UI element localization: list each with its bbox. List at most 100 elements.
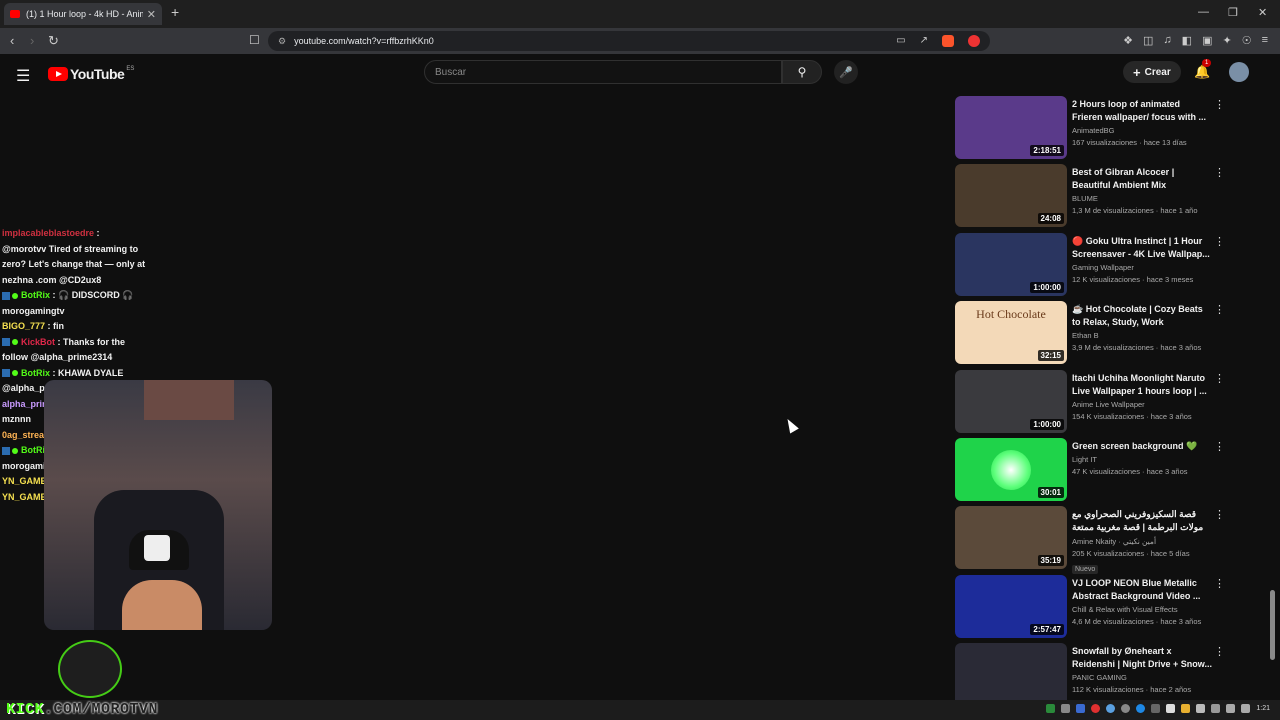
page-scrollbar[interactable]	[1270, 590, 1275, 660]
recommended-video[interactable]: Hot Chocolate 32:15 ☕ Hot Chocolate | Cozy…	[954, 299, 1234, 367]
recommended-video[interactable]: 35:19 قصة السكيزوفريني الصحراوي مع مولات …	[954, 504, 1234, 575]
bookmark-icon[interactable]: ☐	[249, 33, 260, 47]
more-actions-icon[interactable]: ⋮	[1214, 440, 1225, 453]
video-channel[interactable]: Light IT	[1072, 455, 1212, 464]
more-actions-icon[interactable]: ⋮	[1214, 98, 1225, 111]
wifi-icon[interactable]	[1211, 704, 1221, 713]
hamburger-menu-icon[interactable]: ☰	[16, 66, 30, 86]
notifications-button[interactable]: 🔔 1	[1194, 59, 1212, 80]
chat-message: @morotvv Tired of streaming to zero? Let…	[2, 242, 152, 289]
video-title[interactable]: Itachi Uchiha Moonlight Naruto Live Wall…	[1072, 372, 1212, 398]
video-thumbnail[interactable]: 2:18:51	[955, 96, 1067, 159]
menu-icon[interactable]: ≡	[1262, 34, 1268, 47]
site-info-icon[interactable]: ⚙	[278, 36, 286, 47]
video-channel[interactable]: BLUME	[1072, 194, 1212, 203]
tab-close-icon[interactable]: ✕	[147, 8, 156, 21]
new-tab-button[interactable]: +	[171, 4, 179, 20]
recommended-video[interactable]: 30:01 Green screen background 💚 Light IT 47…	[954, 436, 1234, 504]
more-actions-icon[interactable]: ⋮	[1214, 303, 1225, 316]
video-thumbnail[interactable]: 1:00:00	[955, 232, 1067, 296]
tray-icon[interactable]	[1166, 704, 1176, 713]
brave-shield-icon[interactable]	[942, 35, 954, 47]
video-meta: 47 K visualizaciones · hace 3 años	[1072, 466, 1188, 476]
video-title[interactable]: VJ LOOP NEON Blue Metallic Abstract Back…	[1072, 577, 1212, 603]
video-title[interactable]: Snowfall by Øneheart x Reidenshi | Night…	[1072, 645, 1212, 671]
forward-icon[interactable]: ›	[30, 33, 34, 48]
more-actions-icon[interactable]: ⋮	[1214, 645, 1225, 658]
rewards-icon[interactable]	[968, 35, 980, 47]
video-channel[interactable]: Anime Live Wallpaper	[1072, 400, 1212, 409]
close-window-button[interactable]: ✕	[1258, 6, 1267, 19]
browser-tab[interactable]: (1) 1 Hour loop - 4k HD - Anime ✕	[4, 3, 162, 25]
volume-icon[interactable]	[1226, 704, 1236, 713]
video-thumbnail[interactable]: 1:00:00	[955, 369, 1067, 433]
video-thumbnail[interactable]: Hot Chocolate 32:15	[955, 301, 1067, 365]
tray-icon[interactable]	[1196, 704, 1206, 713]
more-actions-icon[interactable]: ⋮	[1214, 235, 1225, 248]
extension-icon[interactable]: ❖	[1123, 34, 1133, 47]
tray-icon[interactable]	[1106, 704, 1116, 713]
clock[interactable]: 1:21	[1256, 705, 1270, 712]
minimize-button[interactable]: —	[1198, 6, 1209, 18]
bot-badge-icon	[2, 446, 10, 455]
video-title[interactable]: قصة السكيزوفريني الصحراوي مع مولات البرط…	[1072, 508, 1212, 535]
share-icon[interactable]: ↗	[920, 35, 928, 47]
cast-icon[interactable]: ▭	[896, 35, 905, 47]
tray-icon[interactable]	[1121, 704, 1131, 713]
recommended-video[interactable]: 2:57:47 VJ LOOP NEON Blue Metallic Abstra…	[954, 573, 1234, 641]
video-thumbnail[interactable]: 2:57:47	[955, 574, 1067, 638]
video-thumbnail[interactable]: 35:19	[955, 506, 1067, 570]
create-button[interactable]: + Crear	[1123, 61, 1181, 83]
maximize-button[interactable]: ❐	[1228, 6, 1238, 19]
search-button[interactable]: ⚲	[782, 60, 822, 84]
recommended-video[interactable]: 2:18:51 2 Hours loop of animated Frieren …	[954, 94, 1234, 162]
video-channel[interactable]: Chill & Relax with Visual Effects	[1072, 605, 1212, 614]
reload-icon[interactable]: ↻	[48, 33, 59, 49]
cap-logo	[144, 535, 170, 561]
recommended-video[interactable]: 1:00:00 Itachi Uchiha Moonlight Naruto Li…	[954, 368, 1234, 436]
more-actions-icon[interactable]: ⋮	[1214, 577, 1225, 590]
video-channel[interactable]: Ethan B	[1072, 331, 1212, 340]
omnibox-actions: ▭ ↗	[896, 35, 980, 47]
video-thumbnail[interactable]: 30:01	[955, 437, 1067, 501]
video-title[interactable]: Green screen background 💚	[1072, 440, 1212, 453]
video-thumbnail[interactable]: 24:08	[955, 164, 1067, 228]
tray-icon[interactable]	[1091, 704, 1101, 713]
more-actions-icon[interactable]: ⋮	[1214, 166, 1225, 179]
tray-icon[interactable]	[1046, 704, 1056, 713]
tray-icon[interactable]	[1181, 704, 1191, 713]
more-actions-icon[interactable]: ⋮	[1214, 372, 1225, 385]
tray-icon[interactable]	[1061, 704, 1071, 713]
vpn-icon[interactable]: ☉	[1242, 34, 1252, 47]
address-bar[interactable]: ⚙ youtube.com/watch?v=rffbzrhKKn0	[268, 31, 990, 51]
avatar[interactable]	[1229, 62, 1249, 82]
tray-icon[interactable]	[1136, 704, 1146, 713]
more-actions-icon[interactable]: ⋮	[1214, 508, 1225, 521]
video-thumbnail[interactable]	[955, 643, 1067, 700]
leo-icon[interactable]: ✦	[1222, 34, 1231, 47]
recommended-video[interactable]: 1:00:00 🔴 Goku Ultra Instinct | 1 Hour Sc…	[954, 231, 1234, 299]
wallet-icon[interactable]: ▣	[1202, 34, 1212, 47]
search-input[interactable]: Buscar	[424, 60, 782, 84]
tray-icon[interactable]	[1076, 704, 1086, 713]
video-title[interactable]: 2 Hours loop of animated Frieren wallpap…	[1072, 98, 1212, 124]
video-title[interactable]: ☕ Hot Chocolate | Cozy Beats to Relax, S…	[1072, 303, 1212, 329]
video-channel[interactable]: Gaming Wallpaper	[1072, 263, 1212, 272]
voice-search-button[interactable]: 🎤	[834, 60, 858, 84]
video-title[interactable]: Best of Gibran Alcocer | Beautiful Ambie…	[1072, 166, 1212, 192]
video-meta: 4,6 M de visualizaciones · hace 3 años	[1072, 616, 1202, 626]
music-icon[interactable]: ♫	[1163, 34, 1171, 47]
youtube-logo[interactable]: YouTube ES	[48, 66, 134, 82]
video-channel[interactable]: AnimatedBG	[1072, 126, 1212, 135]
video-channel[interactable]: PANIC GAMING	[1072, 673, 1212, 682]
url-text: youtube.com/watch?v=rffbzrhKKn0	[294, 36, 434, 46]
tray-icon[interactable]	[1151, 704, 1161, 713]
video-channel[interactable]: Amine Nkaity · أمين نكيتي	[1072, 537, 1212, 546]
video-title[interactable]: 🔴 Goku Ultra Instinct | 1 Hour Screensav…	[1072, 235, 1212, 261]
battery-icon[interactable]	[1241, 704, 1251, 713]
sidebar-icon[interactable]: ◧	[1182, 34, 1192, 47]
recommended-video[interactable]: Snowfall by Øneheart x Reidenshi | Night…	[954, 641, 1234, 700]
recommended-video[interactable]: 24:08 Best of Gibran Alcocer | Beautiful …	[954, 162, 1234, 230]
reader-icon[interactable]: ◫	[1143, 34, 1153, 47]
back-icon[interactable]: ‹	[10, 33, 14, 48]
